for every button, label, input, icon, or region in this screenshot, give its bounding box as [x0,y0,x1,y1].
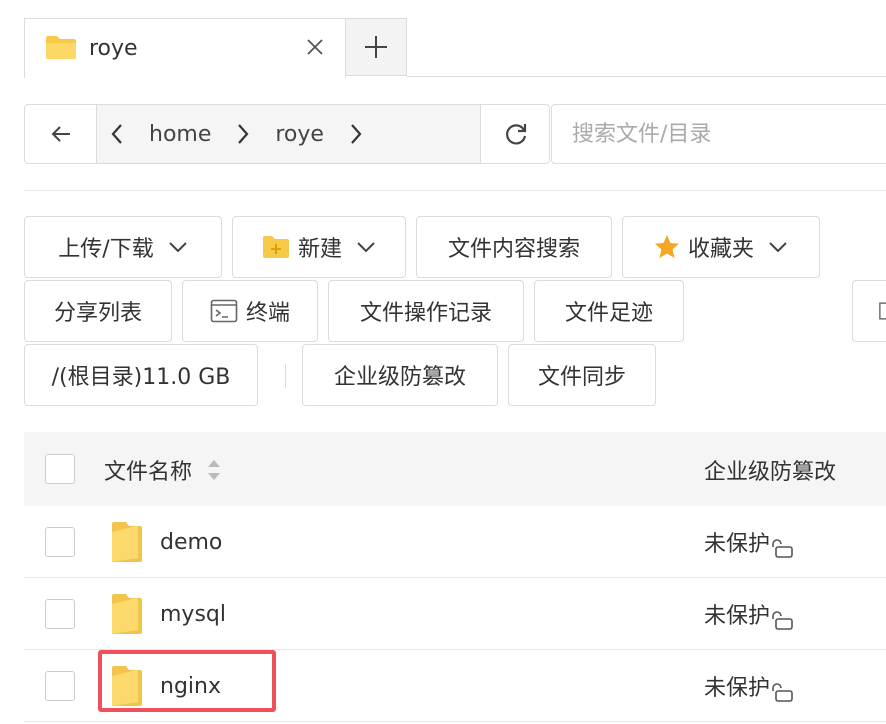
column-header-name[interactable]: 文件名称 [104,454,222,486]
breadcrumb: home roye [97,105,480,163]
row-checkbox[interactable] [45,527,75,557]
button-label: /(根目录)11.0 GB [51,365,231,390]
protection-label: 未保护 [704,676,771,701]
protection-status: 未保护 [704,526,794,558]
file-operation-log-button[interactable]: 文件操作记录 [328,280,524,342]
sort-icon [208,460,221,480]
unlock-icon [772,539,793,558]
table-row[interactable]: demo 未保护 [24,506,886,578]
star-icon [654,235,679,258]
protection-label: 未保护 [704,604,771,629]
refresh-icon [505,124,526,145]
button-label: 文件同步 [537,365,626,390]
add-tab-button[interactable] [345,18,407,76]
protection-status: 未保护 [704,598,794,630]
share-list-button[interactable]: 分享列表 [24,280,172,342]
back-button[interactable] [25,105,97,163]
select-all-checkbox[interactable] [45,454,75,484]
tamper-protection-button[interactable]: 企业级防篡改 [302,344,498,406]
plus-icon [365,36,387,58]
toolbar-divider [285,364,286,388]
button-label: 文件内容搜索 [447,237,580,262]
file-name-cell[interactable]: mysql [110,592,226,636]
clipboard-icon [879,302,886,320]
chevron-down-icon [769,242,787,253]
folder-icon [112,522,142,562]
chevron-right-icon[interactable] [336,105,376,163]
button-label: 收藏夹 [687,237,754,262]
column-header-protection: 企业级防篡改 [704,460,837,485]
breadcrumb-home[interactable]: home [137,105,223,163]
terminal-button[interactable]: 终端 [182,280,318,342]
protection-label: 未保护 [704,532,771,557]
tab-bar-divider [407,76,886,77]
root-disk-button[interactable]: /(根目录)11.0 GB [24,344,258,406]
highlight-box [98,650,276,712]
button-label: 终端 [245,301,290,326]
address-bar: home roye [24,104,550,164]
new-folder-icon [262,236,289,258]
folder-icon [112,594,142,634]
file-name-cell[interactable]: demo [110,520,222,564]
table-header: 文件名称 企业级防篡改 [24,432,886,506]
table-row[interactable]: mysql 未保护 [24,578,886,650]
folder-icon [45,34,77,64]
search-box[interactable] [551,104,886,164]
button-label: 文件足迹 [564,301,653,326]
arrow-left-icon [51,126,70,142]
file-name: mysql [160,601,226,627]
unlock-icon [772,683,793,702]
chevron-down-icon [357,242,375,253]
search-input[interactable] [572,121,872,147]
chevron-left-icon[interactable] [97,105,137,163]
close-icon[interactable] [303,35,327,59]
button-label: 上传/下载 [58,237,154,262]
file-name: demo [160,529,223,555]
tab-title: roye [89,36,138,61]
column-header-label: 文件名称 [104,460,193,485]
chevron-down-icon [168,242,187,253]
terminal-icon [210,299,238,323]
protection-status: 未保护 [704,670,794,702]
breadcrumb-roye[interactable]: roye [263,105,336,163]
unlock-icon [772,611,793,630]
favorites-button[interactable]: 收藏夹 [622,216,820,278]
row-checkbox[interactable] [45,671,75,701]
file-content-search-button[interactable]: 文件内容搜索 [416,216,612,278]
divider [24,190,886,191]
chevron-right-icon [223,105,263,163]
tab-roye[interactable]: roye [24,18,346,78]
file-footprint-button[interactable]: 文件足迹 [534,280,684,342]
row-checkbox[interactable] [45,599,75,629]
file-sync-button[interactable]: 文件同步 [508,344,656,406]
button-label: 新建 [297,237,342,262]
button-label: 文件操作记录 [359,301,492,326]
upload-download-button[interactable]: 上传/下载 [24,216,222,278]
button-label: 分享列表 [53,301,142,326]
more-button[interactable] [852,280,886,342]
button-label: 企业级防篡改 [333,365,466,390]
refresh-button[interactable] [480,105,550,163]
new-button[interactable]: 新建 [232,216,406,278]
